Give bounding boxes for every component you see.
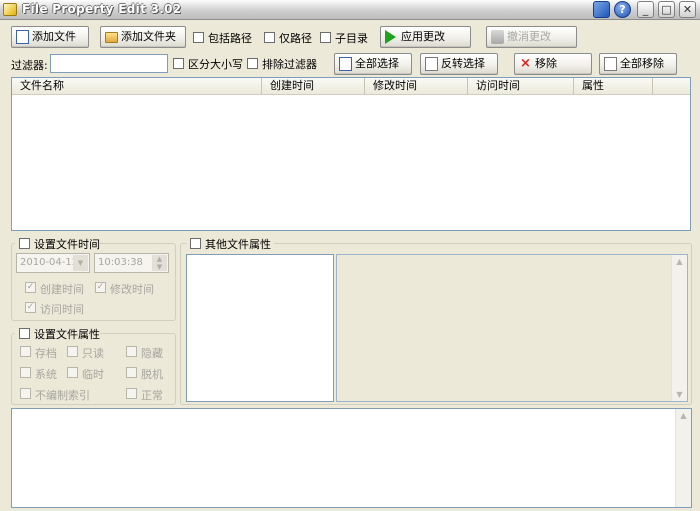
set-file-attr-checkbox[interactable] xyxy=(19,328,30,339)
play-icon xyxy=(385,30,396,44)
set-file-time-checkbox[interactable] xyxy=(19,238,30,249)
created-time-label: 创建时间 xyxy=(40,283,84,296)
remove-all-button[interactable]: 全部移除 xyxy=(599,53,677,75)
remove-button[interactable]: × 移除 xyxy=(514,53,592,75)
archive-checkbox[interactable] xyxy=(20,346,31,357)
window-title: File Property Edit 3.02 xyxy=(22,2,182,16)
hidden-checkbox[interactable] xyxy=(126,346,137,357)
case-sensitive-checkbox[interactable] xyxy=(173,58,184,69)
help-icon[interactable]: ? xyxy=(614,1,631,18)
scroll-up-icon[interactable]: ▲ xyxy=(672,257,687,266)
column-header-name[interactable]: 文件名称 xyxy=(12,78,262,95)
attribute-detail-panel[interactable]: ▲ ▼ xyxy=(336,254,688,402)
not-indexed-checkbox[interactable] xyxy=(20,388,31,399)
temporary-label: 临时 xyxy=(82,368,104,381)
log-textarea[interactable]: ▲ xyxy=(11,408,692,508)
include-path-label: 包括路径 xyxy=(208,32,252,45)
attribute-list[interactable] xyxy=(186,254,334,402)
readonly-label: 只读 xyxy=(82,347,104,360)
normal-checkbox[interactable] xyxy=(126,388,137,399)
column-header-modified[interactable]: 修改时间 xyxy=(365,78,468,95)
file-icon xyxy=(16,30,29,44)
apply-changes-button[interactable]: 应用更改 xyxy=(380,26,471,48)
set-file-time-label: 设置文件时间 xyxy=(34,238,100,251)
modified-time-checkbox[interactable]: ✓ xyxy=(95,282,106,293)
column-header-attributes[interactable]: 属性 xyxy=(574,78,653,95)
time-picker[interactable]: 10:03:38 ▲ ▼ xyxy=(94,253,169,273)
case-sensitive-label: 区分大小写 xyxy=(188,58,243,71)
minimize-icon[interactable]: _ xyxy=(637,1,654,18)
not-indexed-label: 不编制索引 xyxy=(35,389,90,402)
filter-label: 过滤器: xyxy=(11,59,48,72)
created-time-checkbox[interactable]: ✓ xyxy=(25,282,36,293)
system-label: 系统 xyxy=(35,368,57,381)
set-file-attr-label: 设置文件属性 xyxy=(34,328,100,341)
scroll-up-icon[interactable]: ▲ xyxy=(676,411,691,420)
invert-selection-button[interactable]: 反转选择 xyxy=(420,53,498,75)
add-file-button[interactable]: 添加文件 xyxy=(11,26,89,48)
readonly-checkbox[interactable] xyxy=(67,346,78,357)
folder-icon xyxy=(105,32,118,43)
temporary-checkbox[interactable] xyxy=(67,367,78,378)
title-bar[interactable]: File Property Edit 3.02 ? _ □ ✕ xyxy=(0,0,700,20)
accessed-time-checkbox[interactable]: ✓ xyxy=(25,302,36,313)
cube-icon[interactable] xyxy=(593,1,610,18)
path-only-label: 仅路径 xyxy=(279,32,312,45)
detail-scrollbar[interactable]: ▲ ▼ xyxy=(671,255,687,401)
scroll-down-icon[interactable]: ▼ xyxy=(672,390,687,399)
remove-icon: × xyxy=(520,56,531,71)
undo-icon xyxy=(491,30,504,44)
add-folder-button[interactable]: 添加文件夹 xyxy=(100,26,186,48)
archive-label: 存档 xyxy=(35,347,57,360)
undo-changes-button[interactable]: 撤消更改 xyxy=(486,26,577,48)
date-picker[interactable]: 2010-04-12 ▼ xyxy=(16,253,90,273)
offline-label: 脱机 xyxy=(141,368,163,381)
log-scrollbar[interactable]: ▲ xyxy=(675,409,691,507)
normal-label: 正常 xyxy=(141,389,163,402)
select-all-button[interactable]: 全部选择 xyxy=(334,53,412,75)
other-attr-checkbox[interactable] xyxy=(190,238,201,249)
exclude-filter-label: 排除过滤器 xyxy=(262,58,317,71)
column-header-created[interactable]: 创建时间 xyxy=(262,78,365,95)
subdir-label: 子目录 xyxy=(335,32,368,45)
hidden-label: 隐藏 xyxy=(141,347,163,360)
chevron-down-icon[interactable]: ▼ xyxy=(73,255,88,271)
exclude-filter-checkbox[interactable] xyxy=(247,58,258,69)
remove-all-icon xyxy=(604,57,617,71)
invert-icon xyxy=(425,57,438,71)
column-header-filler xyxy=(653,78,690,95)
path-only-checkbox[interactable] xyxy=(264,32,275,43)
include-path-checkbox[interactable] xyxy=(193,32,204,43)
filter-input[interactable] xyxy=(50,54,168,73)
file-list[interactable]: 文件名称 创建时间 修改时间 访问时间 属性 xyxy=(11,77,691,231)
accessed-time-label: 访问时间 xyxy=(40,303,84,316)
app-icon xyxy=(3,3,17,16)
offline-checkbox[interactable] xyxy=(126,367,137,378)
other-attr-label: 其他文件属性 xyxy=(205,238,271,251)
system-checkbox[interactable] xyxy=(20,367,31,378)
column-header-accessed[interactable]: 访问时间 xyxy=(468,78,574,95)
modified-time-label: 修改时间 xyxy=(110,283,154,296)
close-icon[interactable]: ✕ xyxy=(679,1,696,18)
subdir-checkbox[interactable] xyxy=(320,32,331,43)
spin-icon[interactable]: ▲ ▼ xyxy=(152,255,167,271)
maximize-icon[interactable]: □ xyxy=(658,1,675,18)
select-all-icon xyxy=(339,57,352,71)
